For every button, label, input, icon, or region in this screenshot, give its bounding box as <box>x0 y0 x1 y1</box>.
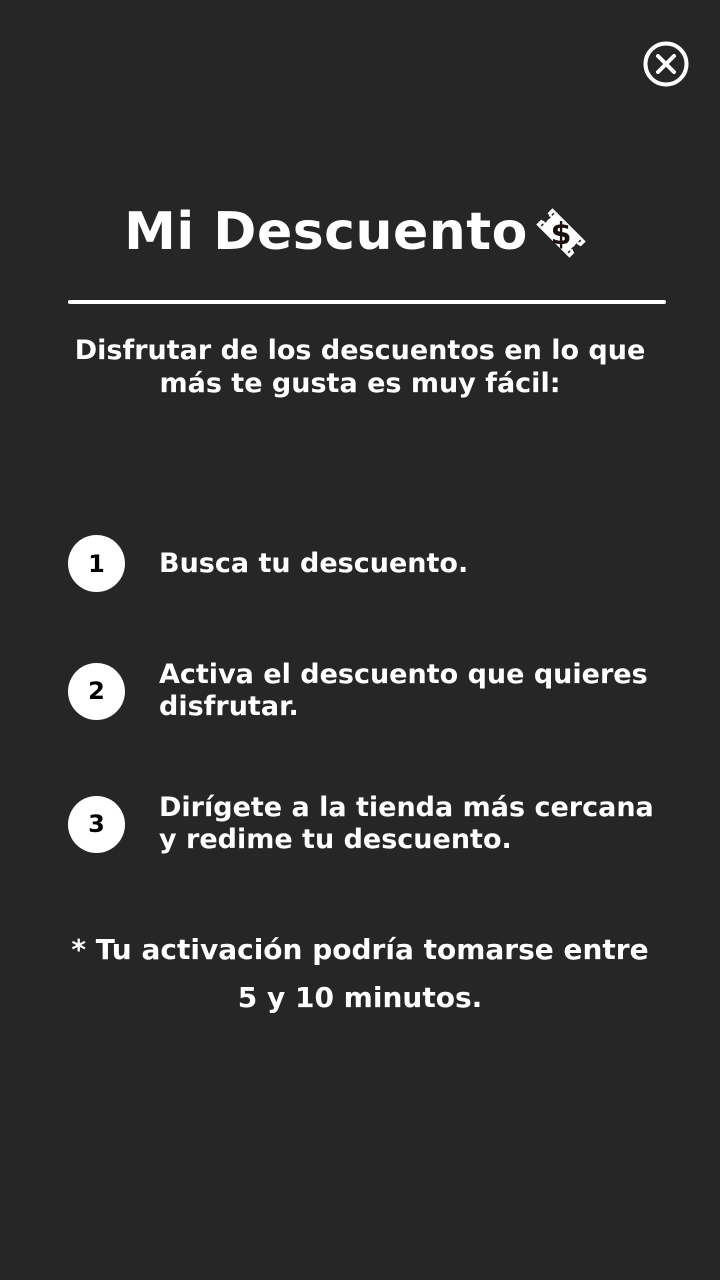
step-text: Busca tu descuento. <box>159 547 469 579</box>
step-number-badge: 2 <box>68 662 125 720</box>
intro-text: Disfrutar de los descuentos en lo que má… <box>74 335 646 399</box>
close-icon <box>643 41 689 87</box>
page-title: Mi Descuento <box>124 202 528 262</box>
step-item: 1 Busca tu descuento. <box>68 535 688 592</box>
step-text: Dirígete a la tienda más cercana y redim… <box>159 792 654 855</box>
activation-note-line-2: 5 y 10 minutos. <box>237 981 483 1014</box>
svg-text:$: $ <box>550 217 571 252</box>
step-number-badge: 3 <box>68 795 125 853</box>
title-divider <box>68 300 666 304</box>
title-row: Mi Descuento $ <box>0 192 720 272</box>
activation-note-line-1: * Tu activación podría tomarse entre <box>71 933 649 966</box>
close-button[interactable] <box>643 41 689 87</box>
step-item: 3 Dirígete a la tienda más cercana y red… <box>68 792 688 856</box>
discount-info-screen: Mi Descuento $ Disfrutar de los descuent… <box>0 0 720 1280</box>
step-text: Activa el descuento que quieres disfruta… <box>159 659 648 722</box>
activation-note: * Tu activación podría tomarse entre 5 y… <box>40 926 680 1022</box>
step-item: 2 Activa el descuento que quieres disfru… <box>68 659 688 723</box>
step-number-badge: 1 <box>68 535 125 592</box>
discount-ticket-icon: $ <box>536 208 586 258</box>
